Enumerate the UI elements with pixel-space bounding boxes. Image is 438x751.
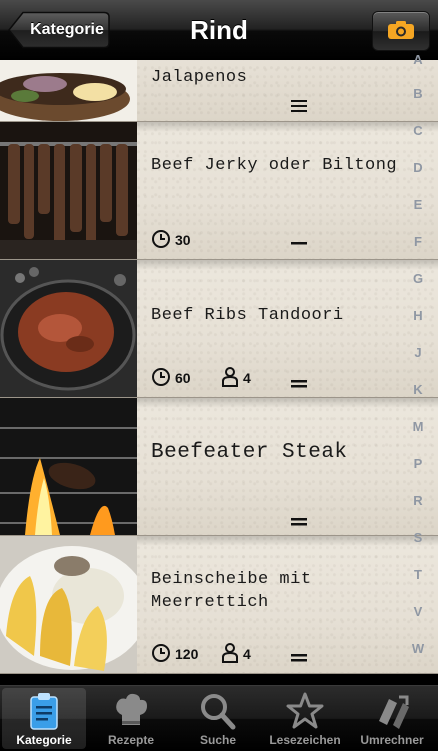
tab-label: Kategorie xyxy=(16,733,72,747)
tab-suche[interactable]: Suche xyxy=(176,688,260,749)
recipe-time: 120 xyxy=(175,646,199,662)
index-letter[interactable]: V xyxy=(398,604,438,619)
recipe-persons: 4 xyxy=(243,370,251,386)
recipe-photo xyxy=(0,398,137,535)
back-button[interactable]: Kategorie xyxy=(8,11,110,49)
back-button-label: Kategorie xyxy=(30,21,104,38)
index-letter[interactable]: F xyxy=(398,234,438,249)
index-letter[interactable]: H xyxy=(398,308,438,323)
recipe-photo xyxy=(0,122,137,259)
index-letter[interactable]: J xyxy=(398,345,438,360)
clock-icon xyxy=(152,368,170,386)
recipe-time: 60 xyxy=(175,370,191,386)
recipe-title: Beefeater Steak xyxy=(151,441,348,464)
list-item[interactable]: Jalapenos 30 1 xyxy=(0,60,438,163)
index-letter[interactable]: A xyxy=(398,52,438,67)
index-letter[interactable]: C xyxy=(398,123,438,138)
star-icon xyxy=(286,692,324,729)
clipboard-icon xyxy=(30,693,58,730)
recipe-title: Beinscheibe mit Meerrettich xyxy=(151,570,312,612)
convert-icon xyxy=(379,695,409,729)
tab-umrechner[interactable]: Umrechner xyxy=(350,688,434,749)
tab-lesezeichen[interactable]: Lesezeichen xyxy=(263,688,347,749)
index-letter[interactable]: P xyxy=(398,456,438,471)
navigation-bar: Kategorie Rind xyxy=(0,0,438,61)
recipe-persons: 4 xyxy=(243,646,251,662)
camera-button[interactable] xyxy=(372,11,430,51)
list-item[interactable]: Beef Ribs Tandoori 60 4 xyxy=(0,260,438,398)
reorder-handle-icon[interactable] xyxy=(291,380,307,388)
clock-icon xyxy=(152,644,170,662)
person-icon xyxy=(222,643,238,663)
tab-kategorie[interactable]: Kategorie xyxy=(2,688,86,749)
list-item[interactable]: Beinscheibe mit Meerrettich 120 4 xyxy=(0,536,438,674)
list-item[interactable]: Beefeater Steak xyxy=(0,398,438,536)
index-letter[interactable]: D xyxy=(398,160,438,175)
index-letter[interactable]: G xyxy=(398,271,438,286)
person-icon xyxy=(222,367,238,387)
list-item[interactable]: Beef Jerky oder Biltong 30 xyxy=(0,122,438,260)
tab-rezepte[interactable]: Rezepte xyxy=(89,688,173,749)
index-letter[interactable]: M xyxy=(398,419,438,434)
tab-label: Suche xyxy=(199,733,236,747)
section-index[interactable]: A B C D E F G H J K M P R S T V W xyxy=(398,52,438,685)
index-letter[interactable]: B xyxy=(398,86,438,101)
index-letter[interactable]: S xyxy=(398,530,438,545)
index-letter[interactable]: K xyxy=(398,382,438,397)
clock-icon xyxy=(152,230,170,248)
recipe-title: Beef Jerky oder Biltong xyxy=(151,156,398,175)
camera-icon xyxy=(388,21,414,39)
page-title: Rind xyxy=(190,15,248,45)
index-letter[interactable]: W xyxy=(398,641,438,656)
reorder-handle-icon[interactable] xyxy=(291,518,307,526)
tab-label: Umrechner xyxy=(360,733,424,747)
reorder-handle-icon[interactable] xyxy=(291,242,307,246)
tab-label: Lesezeichen xyxy=(269,733,341,747)
recipe-photo xyxy=(0,536,137,673)
recipe-time: 30 xyxy=(175,232,191,248)
index-letter[interactable]: E xyxy=(398,197,438,212)
recipe-title: Beef Ribs Tandoori xyxy=(151,306,344,325)
recipe-title: Jalapenos xyxy=(151,68,248,87)
reorder-handle-icon[interactable] xyxy=(291,654,307,662)
recipe-list[interactable]: Jalapenos 30 1 xyxy=(0,60,438,685)
reorder-handle-icon[interactable] xyxy=(291,100,307,112)
search-icon xyxy=(201,694,236,730)
tab-bar: Kategorie Rezepte Suche Lesezeichen Umre… xyxy=(0,685,438,751)
chef-hat-icon xyxy=(116,693,147,725)
recipe-photo xyxy=(0,260,137,397)
index-letter[interactable]: R xyxy=(398,493,438,508)
index-letter[interactable]: T xyxy=(398,567,438,582)
tab-label: Rezepte xyxy=(107,733,154,747)
recipe-photo xyxy=(0,60,137,121)
